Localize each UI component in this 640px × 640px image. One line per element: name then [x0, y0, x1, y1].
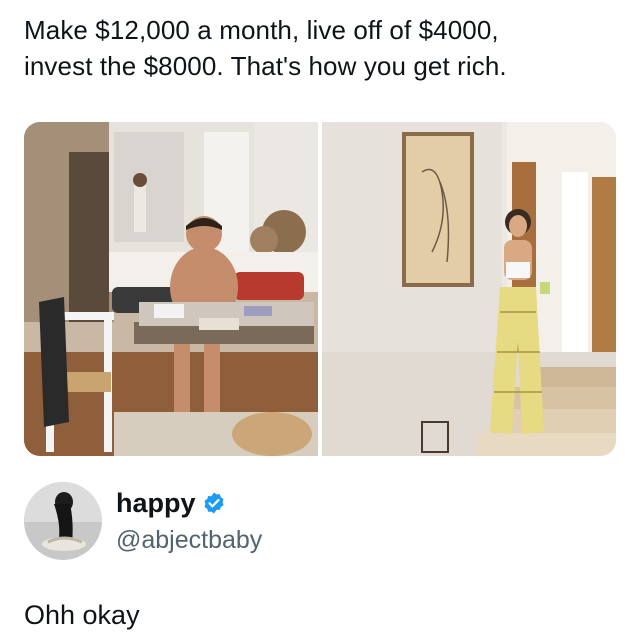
media-photo-left[interactable]: [24, 122, 318, 456]
avatar-photo-icon: [24, 482, 102, 560]
photo-woman-in-hallway-icon: [322, 122, 616, 456]
avatar[interactable]: [24, 482, 102, 560]
author-names: happy @abjectbaby: [116, 486, 262, 556]
author-row[interactable]: happy @abjectbaby: [24, 482, 262, 560]
quoted-post-text: Make $12,000 a month, live off of $4000,…: [24, 15, 507, 81]
media-grid: [24, 122, 616, 456]
display-name[interactable]: happy: [116, 487, 196, 519]
media-photo-right[interactable]: [322, 122, 616, 456]
photo-man-at-table-icon: [24, 122, 318, 456]
author-handle[interactable]: @abjectbaby: [116, 524, 262, 556]
verified-badge-icon: [202, 491, 226, 515]
display-name-row: happy: [116, 486, 262, 520]
reply-text: Ohh okay: [24, 600, 140, 630]
